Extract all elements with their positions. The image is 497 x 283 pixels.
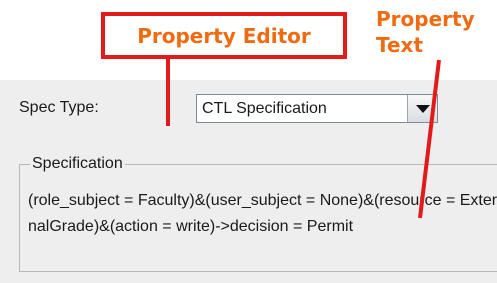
specification-title: Specification (30, 155, 125, 173)
specification-text-area[interactable]: (role_subject = Faculty)&(user_subject =… (28, 188, 497, 240)
property-text-annotation-line2: Text (376, 33, 424, 57)
spec-type-label: Spec Type: (19, 99, 99, 116)
spec-type-dropdown[interactable]: CTL Specification (196, 94, 438, 123)
specification-group: Specification (role_subject = Faculty)&(… (19, 155, 497, 272)
property-text-annotation: Property Text (376, 6, 496, 58)
spec-type-value: CTL Specification (202, 100, 327, 117)
property-editor-callout: Property Editor (101, 12, 347, 59)
dropdown-button[interactable] (407, 95, 437, 122)
property-text-annotation-line1: Property (376, 7, 475, 31)
chevron-down-icon (416, 105, 430, 113)
property-editor-callout-label: Property Editor (137, 23, 311, 48)
